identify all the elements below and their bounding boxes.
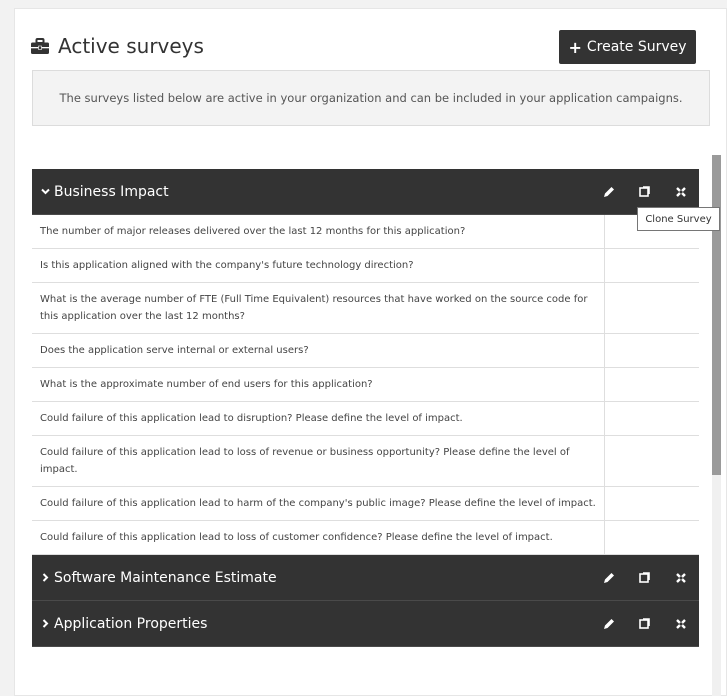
plus-icon: + [568,37,582,57]
tooltip-text: Clone Survey [645,213,712,225]
section-actions [591,555,699,600]
question-text: What is the average number of FTE (Full … [32,283,605,333]
section-header-business-impact[interactable]: Business Impact [32,169,699,215]
section-title: Business Impact [54,183,169,200]
section-title: Application Properties [54,615,208,632]
question-row: What is the approximate number of end us… [32,368,699,402]
question-text: The number of major releases delivered o… [32,215,605,248]
section-actions [591,601,699,646]
section-header-application-properties[interactable]: Application Properties [32,601,699,647]
scrollbar[interactable] [712,155,721,696]
edit-icon[interactable] [591,555,627,600]
delete-icon[interactable] [663,601,699,646]
question-row: Could failure of this application lead t… [32,521,699,555]
section-title: Software Maintenance Estimate [54,569,277,586]
edit-icon[interactable] [591,169,627,214]
question-text: Could failure of this application lead t… [32,521,605,554]
create-survey-label: Create Survey [586,39,687,55]
question-row: Is this application aligned with the com… [32,249,699,283]
delete-icon[interactable] [663,555,699,600]
clone-icon[interactable] [627,601,663,646]
survey-list: Business Impact The number of major rele… [32,169,699,647]
question-row: Could failure of this application lead t… [32,402,699,436]
question-text: Does the application serve internal or e… [32,334,605,367]
info-box: The surveys listed below are active in y… [32,70,710,126]
info-text: The surveys listed below are active in y… [59,91,683,105]
question-row: The number of major releases delivered o… [32,215,699,249]
chevron-down-icon [40,187,50,197]
question-text: Could failure of this application lead t… [32,436,605,486]
question-row: Does the application serve internal or e… [32,334,699,368]
question-row: What is the average number of FTE (Full … [32,283,699,334]
briefcase-icon [31,37,49,54]
question-row: Could failure of this application lead t… [32,487,699,521]
edit-icon[interactable] [591,601,627,646]
clone-survey-tooltip: Clone Survey [637,207,720,231]
page-title: Active surveys [30,26,204,66]
section-header-software-maintenance-estimate[interactable]: Software Maintenance Estimate [32,555,699,601]
clone-icon[interactable] [627,555,663,600]
question-text: What is the approximate number of end us… [32,368,605,401]
create-survey-button[interactable]: + Create Survey [559,30,696,64]
chevron-right-icon [40,619,50,629]
chevron-right-icon [40,573,50,583]
question-text: Is this application aligned with the com… [32,249,605,282]
question-text: Could failure of this application lead t… [32,402,605,435]
question-text: Could failure of this application lead t… [32,487,605,520]
page-title-text: Active surveys [58,34,204,58]
question-row: Could failure of this application lead t… [32,436,699,487]
scrollbar-thumb[interactable] [712,155,721,475]
